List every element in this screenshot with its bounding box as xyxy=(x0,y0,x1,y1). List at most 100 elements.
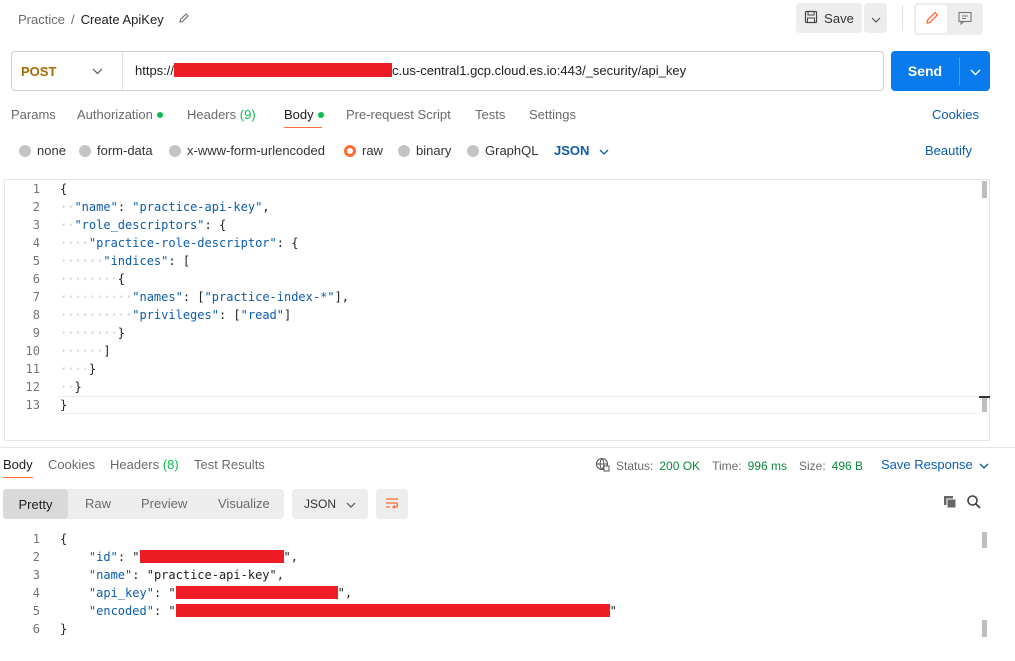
save-label: Save xyxy=(824,10,854,26)
code-line[interactable]: ··"name": "practice-api-key", xyxy=(60,198,270,216)
status-dot xyxy=(156,112,163,118)
response-tab-headers[interactable]: Headers (8) xyxy=(110,457,179,472)
tab-settings[interactable]: Settings xyxy=(529,107,576,122)
line-number: 3 xyxy=(32,218,40,232)
radio-none[interactable]: none xyxy=(19,143,66,158)
url-input[interactable]: https:// c.us-central1.gcp.cloud.es.io:44… xyxy=(135,63,686,78)
code-line[interactable]: ··········"names": ["practice-index-*"], xyxy=(60,288,349,306)
editor-scrollbar-thumb[interactable] xyxy=(982,396,987,412)
pencil-icon[interactable] xyxy=(178,12,190,27)
status-label: Status: xyxy=(616,459,654,473)
radio-x-www-form-urlencoded[interactable]: x-www-form-urlencoded xyxy=(169,143,325,158)
pane-divider[interactable] xyxy=(0,447,1015,448)
tab-params[interactable]: Params xyxy=(11,107,56,122)
code-line[interactable]: "id": " ", xyxy=(60,548,298,566)
radio-circle xyxy=(19,144,31,157)
save-icon xyxy=(804,10,818,27)
code-line[interactable]: } xyxy=(60,620,67,638)
code-line[interactable]: "api_key": " ", xyxy=(60,584,352,602)
tab-authorization[interactable]: Authorization xyxy=(77,107,163,122)
wrap-lines-button[interactable] xyxy=(376,489,408,519)
url-divider xyxy=(122,52,123,90)
send-dropdown-button[interactable] xyxy=(960,51,990,91)
radio-label: raw xyxy=(362,143,383,158)
code-line[interactable]: ····} xyxy=(60,360,96,378)
radio-label: GraphQL xyxy=(485,143,539,158)
radio-label: binary xyxy=(416,143,452,158)
code-line[interactable]: "encoded": " " xyxy=(60,602,617,620)
radio-graphql[interactable]: GraphQL xyxy=(467,143,538,158)
save-response-button[interactable]: Save Response xyxy=(881,457,989,472)
code-line[interactable]: { xyxy=(60,530,67,548)
method-select[interactable]: POST xyxy=(11,51,122,91)
line-number: 13 xyxy=(25,398,40,412)
code-line[interactable]: ··"role_descriptors": { xyxy=(60,216,226,234)
code-line[interactable]: "name": "practice-api-key", xyxy=(60,566,284,584)
code-line[interactable]: ········} xyxy=(60,324,125,342)
radio-label: x-www-form-urlencoded xyxy=(187,143,325,158)
radio-raw[interactable]: raw xyxy=(344,143,383,158)
save-button[interactable]: Save xyxy=(796,3,862,33)
send-button[interactable]: Send xyxy=(891,51,959,91)
response-scrollbar-thumb[interactable] xyxy=(982,620,987,637)
code-line[interactable]: ········{ xyxy=(60,270,125,288)
code-line[interactable]: ······"indices": [ xyxy=(60,252,190,270)
radio-circle xyxy=(344,144,356,157)
response-tab-body[interactable]: Body xyxy=(3,457,33,472)
radio-circle xyxy=(169,144,181,157)
tab-headers[interactable]: Headers (9) xyxy=(187,107,256,122)
search-icon[interactable] xyxy=(966,494,982,513)
chevron-down-icon xyxy=(346,497,356,511)
code-line[interactable]: } xyxy=(60,396,67,414)
breadcrumb-collection[interactable]: Practice xyxy=(18,12,65,27)
view-mode-visualize[interactable]: Visualize xyxy=(218,496,270,511)
method-value: POST xyxy=(21,63,57,79)
tab-tests[interactable]: Tests xyxy=(475,107,505,122)
time-value[interactable]: 996 ms xyxy=(748,459,787,473)
breadcrumb-separator: / xyxy=(70,11,75,27)
globe-icon[interactable] xyxy=(595,457,610,475)
body-format-select[interactable]: JSON xyxy=(554,143,609,158)
active-tab-indicator xyxy=(3,477,33,478)
size-label: Size: xyxy=(798,459,826,473)
view-mode-raw[interactable]: Raw xyxy=(85,496,111,511)
save-dropdown-button[interactable] xyxy=(864,3,887,33)
cookies-link[interactable]: Cookies xyxy=(932,107,979,122)
tab-label: Authorization xyxy=(77,107,153,122)
response-scrollbar[interactable] xyxy=(982,532,987,548)
response-tab-test-results[interactable]: Test Results xyxy=(194,457,265,472)
code-line[interactable]: ··} xyxy=(60,378,82,396)
request-title[interactable]: Create ApiKey xyxy=(81,12,164,27)
edit-mode-button[interactable] xyxy=(916,5,947,33)
response-tab-cookies[interactable]: Cookies xyxy=(48,457,95,472)
code-line[interactable]: ····"practice-role-descriptor": { xyxy=(60,234,298,252)
view-mode-pretty[interactable]: Pretty xyxy=(3,489,68,519)
active-tab-indicator xyxy=(284,127,322,128)
radio-label: none xyxy=(37,143,66,158)
copy-icon[interactable] xyxy=(942,494,958,513)
view-mode-preview[interactable]: Preview xyxy=(141,496,187,511)
beautify-link[interactable]: Beautify xyxy=(925,143,972,158)
tab-pre-request-script[interactable]: Pre-request Script xyxy=(346,107,451,122)
line-number: 12 xyxy=(25,380,40,394)
code-line[interactable]: ······] xyxy=(60,342,111,360)
radio-binary[interactable]: binary xyxy=(398,143,451,158)
url-suffix: c.us-central1.gcp.cloud.es.io:443/_secur… xyxy=(392,63,687,78)
breadcrumb: Practice / Create ApiKey xyxy=(18,11,190,27)
comments-button[interactable] xyxy=(949,5,980,33)
line-number: 1 xyxy=(32,182,40,196)
status-value[interactable]: 200 OK xyxy=(659,459,700,473)
response-format-select[interactable]: JSON xyxy=(292,489,368,519)
radio-circle xyxy=(398,144,410,157)
radio-form-data[interactable]: form-data xyxy=(79,143,153,158)
code-line[interactable]: ··········"privileges": ["read"] xyxy=(60,306,291,324)
line-number: 6 xyxy=(32,622,40,636)
line-number: 11 xyxy=(25,362,40,376)
line-number: 4 xyxy=(32,236,40,250)
tab-body[interactable]: Body xyxy=(284,107,324,122)
url-prefix: https:// xyxy=(135,63,175,78)
code-line[interactable]: { xyxy=(60,180,67,198)
headers-count: (9) xyxy=(239,107,256,122)
size-value[interactable]: 496 B xyxy=(832,459,863,473)
editor-scrollbar[interactable] xyxy=(982,181,987,198)
